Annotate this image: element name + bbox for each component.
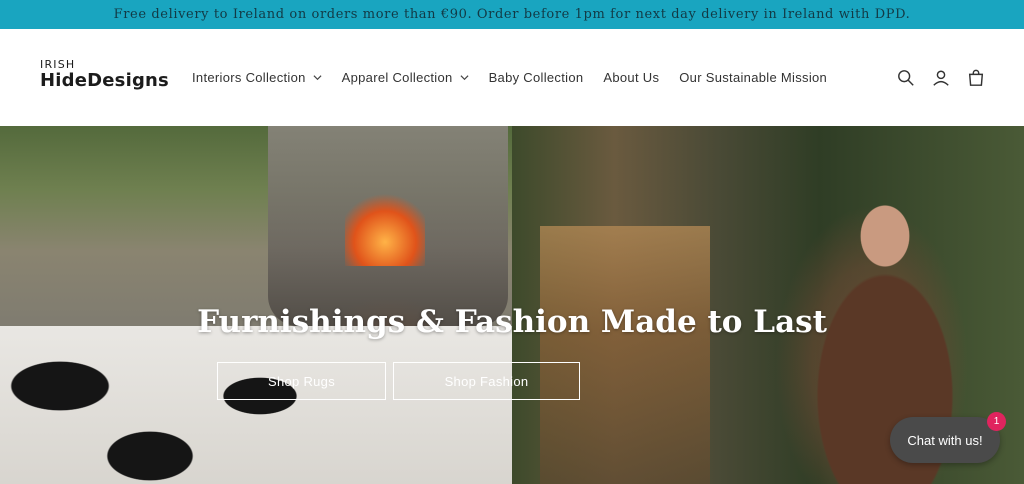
nav-label: About Us bbox=[603, 70, 660, 85]
hero-title: Furnishings & Fashion Made to Last bbox=[197, 304, 827, 340]
chat-notification-badge: 1 bbox=[987, 412, 1006, 431]
shop-rugs-button[interactable]: Shop Rugs bbox=[217, 362, 386, 400]
cart-icon[interactable] bbox=[966, 68, 986, 88]
chevron-down-icon bbox=[313, 75, 322, 81]
search-icon[interactable] bbox=[896, 68, 916, 88]
logo[interactable]: IRISH HideDesigns bbox=[40, 59, 169, 90]
announcement-bar: Free delivery to Ireland on orders more … bbox=[0, 0, 1024, 29]
nav-label: Our Sustainable Mission bbox=[679, 70, 828, 85]
hero-buttons: Shop Rugs Shop Fashion bbox=[217, 362, 587, 400]
hero-banner: Furnishings & Fashion Made to Last Shop … bbox=[0, 126, 1024, 484]
nav-interiors-collection[interactable]: Interiors Collection bbox=[192, 70, 322, 85]
announcement-text: Free delivery to Ireland on orders more … bbox=[113, 7, 911, 22]
main-nav: Interiors Collection Apparel Collection … bbox=[192, 29, 847, 126]
nav-label: Interiors Collection bbox=[192, 70, 306, 85]
chat-label: Chat with us! bbox=[907, 432, 983, 448]
nav-baby-collection[interactable]: Baby Collection bbox=[489, 70, 584, 85]
logo-small-text: IRISH bbox=[40, 58, 76, 71]
chevron-down-icon bbox=[460, 75, 469, 81]
account-icon[interactable] bbox=[931, 68, 951, 88]
nav-apparel-collection[interactable]: Apparel Collection bbox=[342, 70, 469, 85]
woodpile-image-detail bbox=[540, 226, 710, 484]
logo-brand-text: HideDesigns bbox=[40, 70, 169, 91]
header-icons bbox=[881, 29, 986, 126]
nav-about-us[interactable]: About Us bbox=[603, 70, 659, 85]
cowhide-rug-image-detail bbox=[0, 326, 512, 484]
nav-label: Apparel Collection bbox=[341, 70, 453, 85]
fire-image-detail bbox=[345, 186, 425, 266]
shop-fashion-button[interactable]: Shop Fashion bbox=[393, 362, 580, 400]
site-header: IRISH HideDesigns Interiors Collection A… bbox=[0, 29, 1024, 126]
nav-sustainable-mission[interactable]: Our Sustainable Mission bbox=[679, 70, 827, 85]
chat-button[interactable]: Chat with us! bbox=[890, 417, 1000, 463]
nav-label: Baby Collection bbox=[488, 70, 584, 85]
